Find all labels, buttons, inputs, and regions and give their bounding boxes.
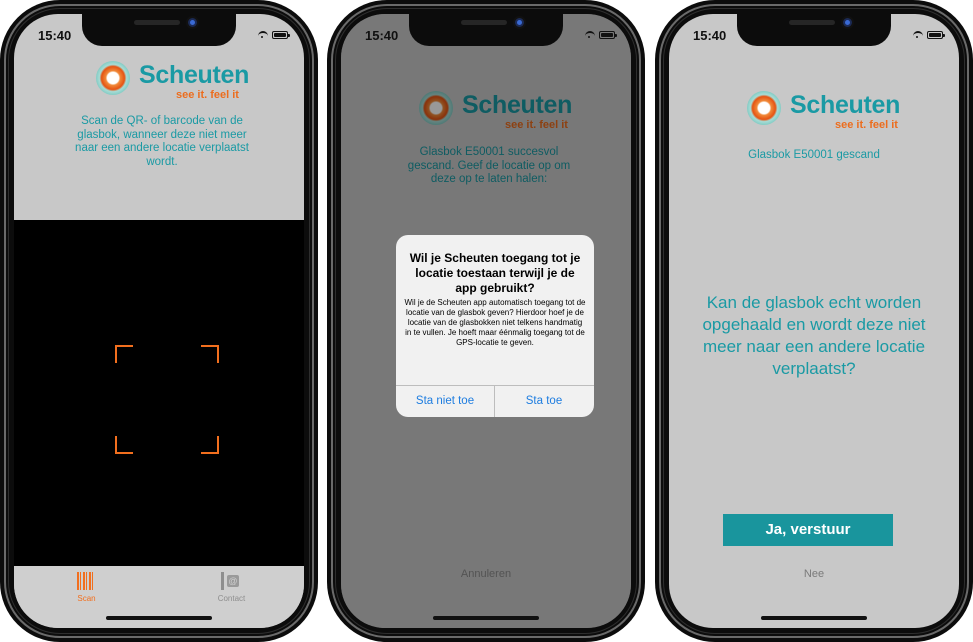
- phone-location-screen: 15:40 Scheuten see it. feel it Glasbok E…: [327, 0, 645, 642]
- status-time: 15:40: [693, 28, 727, 43]
- wifi-icon: [913, 31, 923, 41]
- brand-logo: Scheuten see it. feel it: [14, 59, 304, 107]
- battery-icon: [599, 31, 617, 39]
- alert-title: Wil je Scheuten toegang tot je locatie t…: [409, 251, 581, 295]
- screen-scan: 15:40 Scheuten see it. feel it Scan de Q…: [14, 14, 304, 628]
- status-time: 15:40: [38, 28, 72, 43]
- contact-icon: @: [221, 572, 241, 590]
- brand-name: Scheuten: [139, 61, 250, 89]
- location-permission-alert: Wil je Scheuten toegang tot je locatie t…: [396, 235, 594, 417]
- front-camera-icon: [515, 18, 524, 27]
- tab-scan-label: Scan: [77, 594, 96, 603]
- battery-icon: [927, 31, 945, 39]
- brand-logo: Scheuten see it. feel it: [669, 89, 959, 137]
- status-time: 15:40: [365, 28, 399, 43]
- brand-tagline: see it. feel it: [176, 89, 239, 101]
- pickup-question: Kan de glasbok echt worden opgehaald en …: [702, 293, 926, 378]
- status-icons: [246, 30, 290, 40]
- tab-contact-label: Contact: [217, 594, 246, 603]
- status-icons: [573, 30, 617, 40]
- decline-button[interactable]: Nee: [669, 568, 959, 580]
- scan-frame-corner: [201, 436, 219, 454]
- scan-frame-corner: [201, 345, 219, 363]
- scan-frame-corner: [115, 436, 133, 454]
- front-camera-icon: [188, 18, 197, 27]
- barcode-icon: [77, 572, 95, 590]
- logo-sun-icon: [747, 91, 781, 125]
- scanned-confirmation: Glasbok E50001 gescand: [748, 149, 880, 161]
- camera-scanner-view[interactable]: [14, 220, 304, 566]
- status-icons: [901, 30, 945, 40]
- brand-tagline: see it. feel it: [835, 119, 898, 131]
- notch: [737, 14, 891, 46]
- home-indicator[interactable]: [106, 616, 212, 620]
- scan-instruction: Scan de QR- of barcode van de glasbok, w…: [75, 115, 249, 168]
- home-indicator[interactable]: [761, 616, 867, 620]
- wifi-icon: [258, 31, 268, 41]
- front-camera-icon: [843, 18, 852, 27]
- screen-location: 15:40 Scheuten see it. feel it Glasbok E…: [341, 14, 631, 628]
- notch: [409, 14, 563, 46]
- wifi-icon: [585, 31, 595, 41]
- home-indicator[interactable]: [433, 616, 539, 620]
- phone-scan-screen: 15:40 Scheuten see it. feel it Scan de Q…: [0, 0, 318, 642]
- phone-confirm-screen: 15:40 Scheuten see it. feel it Glasbok E…: [655, 0, 973, 642]
- logo-sun-icon: [96, 61, 130, 95]
- notch: [82, 14, 236, 46]
- alert-message: Wil je de Scheuten app automatisch toega…: [404, 298, 586, 347]
- battery-icon: [272, 31, 290, 39]
- scan-frame-corner: [115, 345, 133, 363]
- screen-confirm: 15:40 Scheuten see it. feel it Glasbok E…: [669, 14, 959, 628]
- brand-name: Scheuten: [790, 91, 901, 119]
- allow-location-button[interactable]: Sta toe: [495, 385, 593, 417]
- deny-location-button[interactable]: Sta niet toe: [396, 385, 494, 417]
- confirm-send-button[interactable]: Ja, verstuur: [723, 514, 893, 546]
